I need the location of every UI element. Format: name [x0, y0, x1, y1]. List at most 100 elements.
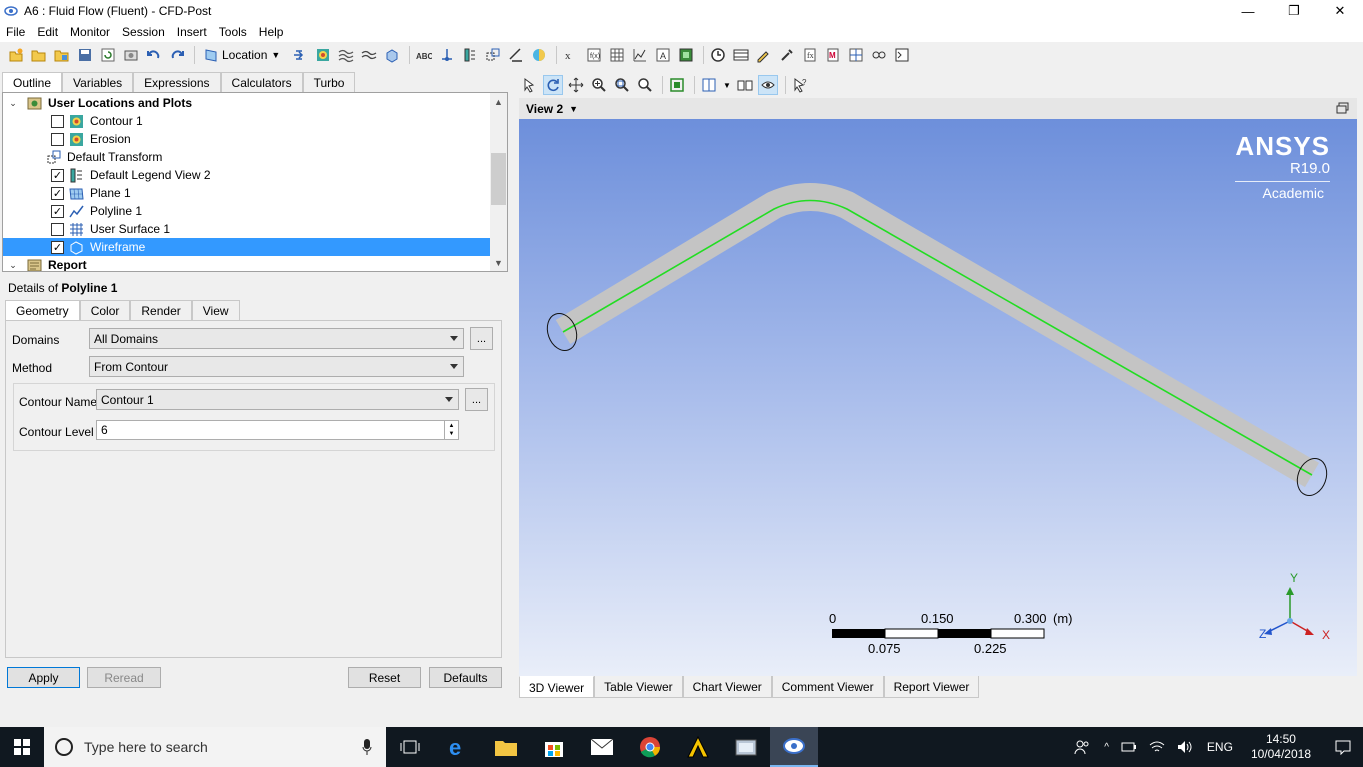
- method-select[interactable]: From Contour: [89, 356, 464, 377]
- wifi-icon[interactable]: [1149, 740, 1165, 754]
- volume-icon[interactable]: [1177, 740, 1193, 754]
- tree-item[interactable]: ✓ Plane 1: [3, 184, 491, 202]
- quick-editor-icon[interactable]: [754, 45, 774, 65]
- location-dropdown[interactable]: Location ▼: [199, 45, 284, 65]
- mesh-calculator-icon[interactable]: [846, 45, 866, 65]
- visibility-checkbox[interactable]: ✓: [51, 240, 64, 254]
- store-icon[interactable]: [530, 727, 578, 767]
- chevron-down-icon[interactable]: ▼: [569, 104, 578, 114]
- scroll-up-icon[interactable]: ▲: [490, 93, 507, 110]
- tab-chart-viewer[interactable]: Chart Viewer: [682, 676, 772, 698]
- task-view-icon[interactable]: [386, 727, 434, 767]
- probe-icon[interactable]: [777, 45, 797, 65]
- timestep-icon[interactable]: [708, 45, 728, 65]
- tab-3d-viewer[interactable]: 3D Viewer: [519, 676, 595, 698]
- tab-geometry[interactable]: Geometry: [5, 300, 80, 321]
- cfd-post-taskbar-icon[interactable]: [770, 727, 818, 767]
- domains-select[interactable]: All Domains: [89, 328, 464, 349]
- lock-views-icon[interactable]: [735, 75, 755, 95]
- expression-icon[interactable]: f(x): [584, 45, 604, 65]
- text-icon[interactable]: ABC: [414, 45, 434, 65]
- collapse-icon[interactable]: ⌄: [7, 259, 19, 271]
- contour-name-select[interactable]: Contour 1: [96, 389, 459, 410]
- volume-render-icon[interactable]: [382, 45, 402, 65]
- open-icon[interactable]: [29, 45, 49, 65]
- tree-item[interactable]: Contour 1: [3, 112, 491, 130]
- command-editor-icon[interactable]: [892, 45, 912, 65]
- figure-icon[interactable]: [676, 45, 696, 65]
- chevron-up-icon[interactable]: ^: [1104, 742, 1109, 753]
- scroll-down-icon[interactable]: ▼: [490, 254, 507, 271]
- restore-view-icon[interactable]: [1336, 102, 1349, 114]
- select-icon[interactable]: [520, 75, 540, 95]
- menu-file[interactable]: File: [0, 25, 31, 39]
- viewport-layout-icon[interactable]: [699, 75, 719, 95]
- streamline-icon[interactable]: [336, 45, 356, 65]
- reread-button[interactable]: Reread: [87, 667, 161, 688]
- file-explorer-icon[interactable]: [482, 727, 530, 767]
- contour-level-input[interactable]: 6 ▲ ▼: [96, 420, 459, 440]
- tree-node-user-locations[interactable]: ⌄ User Locations and Plots: [3, 94, 491, 112]
- reset-button[interactable]: Reset: [348, 667, 421, 688]
- maximize-button[interactable]: ❐: [1271, 0, 1317, 22]
- tab-outline[interactable]: Outline: [2, 72, 63, 92]
- domains-browse-button[interactable]: ...: [470, 327, 493, 350]
- battery-icon[interactable]: [1121, 741, 1137, 753]
- minimize-button[interactable]: —: [1225, 0, 1271, 22]
- menu-monitor[interactable]: Monitor: [64, 25, 116, 39]
- tree-scrollbar[interactable]: ▲ ▼: [490, 93, 507, 271]
- chart-icon[interactable]: [630, 45, 650, 65]
- spin-arrows-icon[interactable]: ▲ ▼: [444, 421, 458, 439]
- menu-edit[interactable]: Edit: [31, 25, 64, 39]
- tab-view[interactable]: View: [191, 300, 240, 321]
- fluent-app-icon[interactable]: [722, 727, 770, 767]
- tab-variables[interactable]: Variables: [62, 72, 134, 92]
- visibility-checkbox[interactable]: ✓: [51, 204, 64, 218]
- contour-browse-button[interactable]: ...: [465, 388, 488, 411]
- 3d-viewport[interactable]: ANSYS R19.0 Academic 0 0.150 0.300 (m) 0…: [519, 119, 1357, 676]
- notification-icon[interactable]: [1335, 739, 1351, 755]
- save-state-icon[interactable]: [75, 45, 95, 65]
- edge-browser-icon[interactable]: e: [434, 727, 482, 767]
- tree-item-selected[interactable]: ✓ Wireframe: [3, 238, 491, 256]
- animation-icon[interactable]: [731, 45, 751, 65]
- visibility-checkbox[interactable]: ✓: [51, 168, 64, 182]
- tab-turbo[interactable]: Turbo: [302, 72, 356, 92]
- vector-icon[interactable]: [290, 45, 310, 65]
- refresh-icon[interactable]: [98, 45, 118, 65]
- legend-icon[interactable]: [460, 45, 480, 65]
- microphone-icon[interactable]: [362, 739, 372, 755]
- tab-comment-viewer[interactable]: Comment Viewer: [771, 676, 884, 698]
- tab-report-viewer[interactable]: Report Viewer: [883, 676, 980, 698]
- people-icon[interactable]: [1074, 739, 1090, 755]
- help-pointer-icon[interactable]: ?: [790, 75, 810, 95]
- undo-icon[interactable]: [144, 45, 164, 65]
- highlighting-icon[interactable]: [667, 75, 687, 95]
- tab-table-viewer[interactable]: Table Viewer: [594, 676, 683, 698]
- tab-render[interactable]: Render: [130, 300, 192, 321]
- tree-item[interactable]: Default Transform: [3, 148, 491, 166]
- close-button[interactable]: ✕: [1317, 0, 1363, 22]
- tree-item[interactable]: User Surface 1: [3, 220, 491, 238]
- visibility-checkbox[interactable]: [51, 114, 64, 128]
- visibility-checkbox[interactable]: [51, 222, 64, 236]
- collapse-icon[interactable]: ⌄: [7, 97, 19, 109]
- taskbar-search[interactable]: Type here to search: [44, 727, 386, 767]
- chevron-down-icon[interactable]: ▼: [722, 75, 732, 95]
- menu-help[interactable]: Help: [253, 25, 290, 39]
- start-button[interactable]: [0, 727, 44, 767]
- contour-icon[interactable]: [313, 45, 333, 65]
- menu-tools[interactable]: Tools: [213, 25, 253, 39]
- scroll-thumb[interactable]: [491, 153, 506, 205]
- load-state-icon[interactable]: [52, 45, 72, 65]
- menu-session[interactable]: Session: [116, 25, 171, 39]
- tab-expressions[interactable]: Expressions: [133, 72, 221, 92]
- fit-view-icon[interactable]: [635, 75, 655, 95]
- zoom-icon[interactable]: [589, 75, 609, 95]
- tree-item[interactable]: ✓ Polyline 1: [3, 202, 491, 220]
- case-comparison-icon[interactable]: [869, 45, 889, 65]
- tab-color[interactable]: Color: [79, 300, 131, 321]
- tree-item[interactable]: Erosion: [3, 130, 491, 148]
- menu-insert[interactable]: Insert: [171, 25, 213, 39]
- clip-plane-icon[interactable]: [506, 45, 526, 65]
